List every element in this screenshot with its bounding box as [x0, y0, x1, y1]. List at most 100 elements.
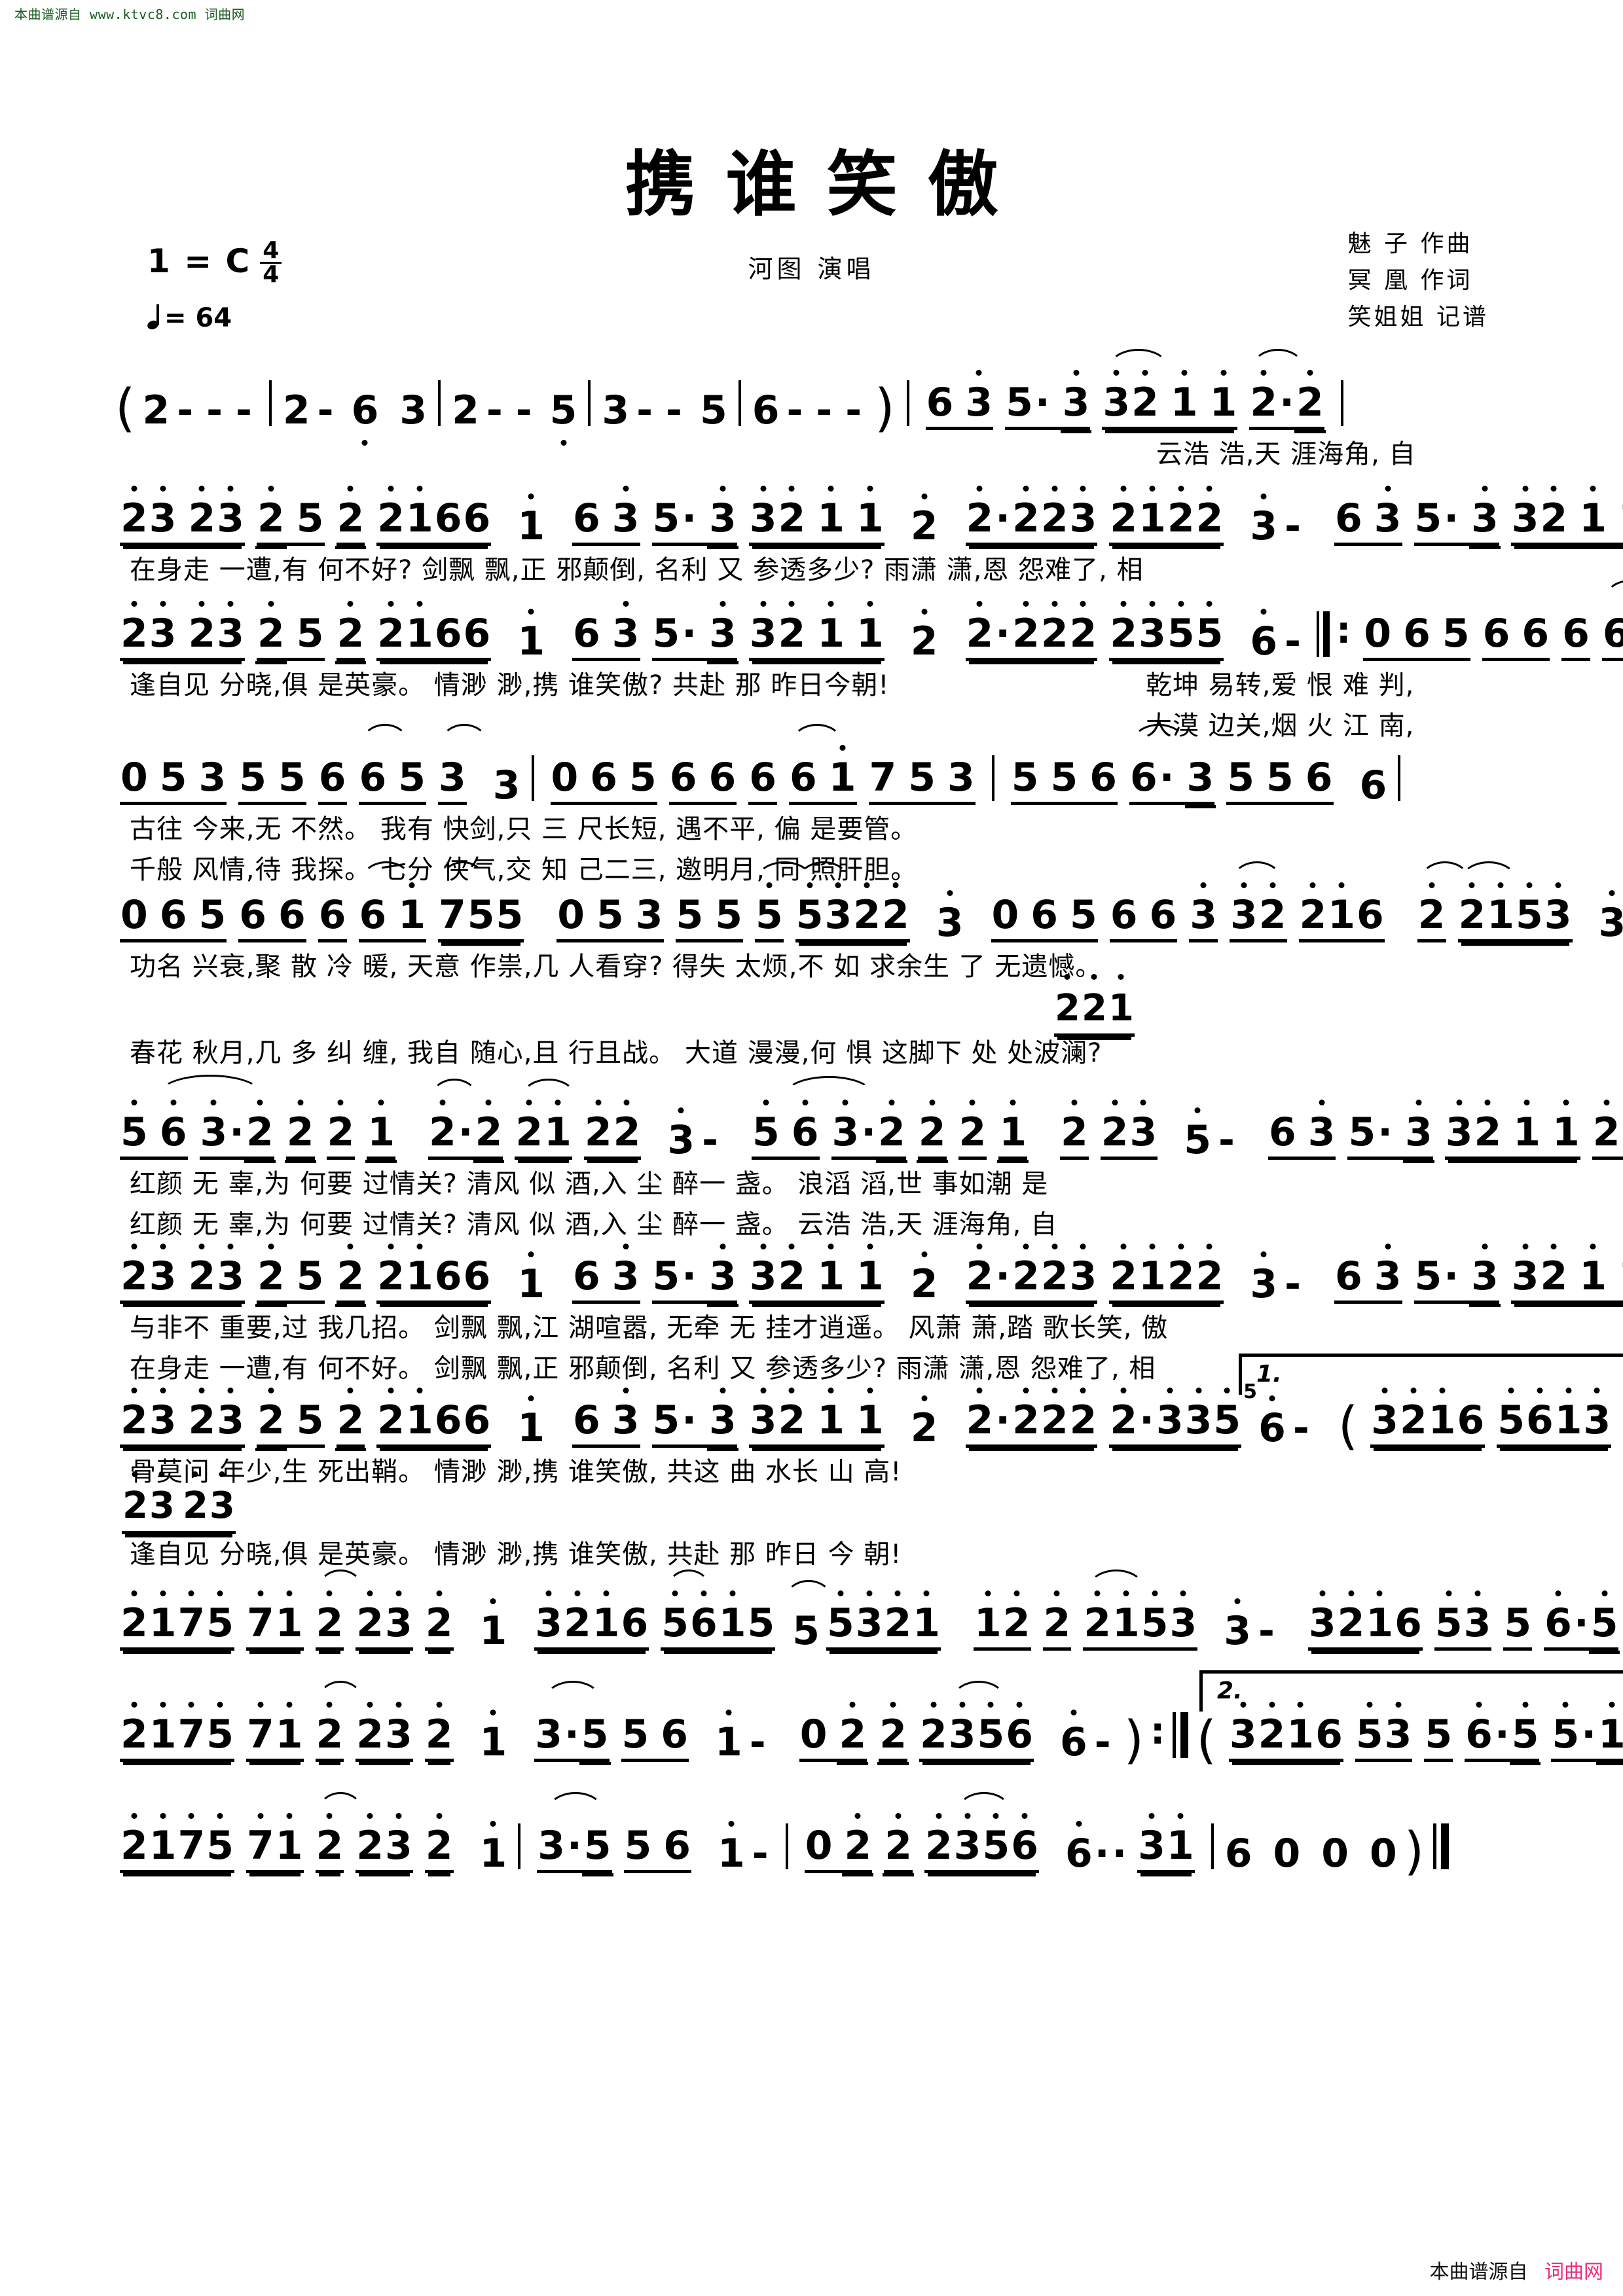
time-signature: 4 4 [260, 238, 282, 287]
measure: 556 6 · 3 556 6 [1002, 724, 1391, 808]
music-system-2: 2323 25 2 2166 1 63 5 · 3 3211 2 2 · 2 2 3 212… [111, 486, 1623, 585]
notation-row: 2323 25 2 2166 1 63 5 · 3 3211 2 2 · 2 2 3 212… [111, 486, 1623, 549]
measure: 3 · 5 56 1- [528, 1792, 777, 1876]
measure: 2 2153 3- [1409, 861, 1623, 942]
notation-row: 56 3 · 2 2 2 1 2 · 2 21 22 3- 56 3 · 2 2 2 1 2… [111, 1075, 1623, 1163]
tempo-value: = 64 [164, 303, 232, 334]
measure: 63 5 · 3 3211 2 [564, 1244, 941, 1307]
measure: 2-63 [280, 391, 430, 446]
music-system-4: 053 55 6 65 3 3 065 66 6 61 753 556 6 · 3 … [111, 724, 1512, 885]
measure: 2323 25 2 2166 1 [111, 1388, 548, 1451]
measure: 63 5·3 3211 2·2 [1326, 486, 1623, 549]
tempo-marking: = 64 [147, 303, 282, 333]
volta-number-2: 2. [1217, 1677, 1243, 1704]
measure: 63 5·3 3211 2·2 [1326, 1244, 1623, 1307]
measure: 02 2 2356 6- [791, 1681, 1120, 1765]
notation-row: 2323 25 2 2166 1 63 5 · 3 3211 2 2 · 2 2 2 2 · 3… [111, 1380, 1612, 1452]
music-system-9: 2175 71 2 23 2 1 3216 5615 5 5321 12 2 2… [111, 1570, 1620, 1654]
measure: 2 · 2 2 3 2122 3- [957, 486, 1310, 549]
music-system-11: 2175 71 2 23 2 1 3 · 5 56 1- 02 2 2356 6 · ·… [111, 1792, 1512, 1882]
quarter-note-icon [147, 304, 160, 329]
measure: 56 3 · 2 2 2 1 [743, 1076, 1036, 1163]
notation-row: 065 66 6 61 755 053 55 5 5322 3 065 66 3… [111, 861, 1623, 942]
intro-close-paren: ) [875, 379, 895, 439]
credits-block: 魅 子 作曲 冥 凰 作词 笑姐姐 记谱 [1348, 226, 1489, 335]
measure: 3216 5613 3·5 5 [1362, 1388, 1623, 1448]
measure: 2 · 2 2 2 2355 6- [957, 601, 1310, 664]
measure: 053 55 5 5322 3 [548, 861, 966, 942]
notation-row: 2175 71 2 23 2 1 3216 5615 5 5321 12 2 2… [111, 1570, 1620, 1654]
measure: 065 66 6 61 753 [542, 724, 984, 805]
measure: 3216 53 5 6·5 5·1 [1300, 1590, 1623, 1654]
measure: 3216 53 5 6·5 5·1 [1220, 1702, 1623, 1765]
notation-row: 2323 25 2 2166 1 63 5 · 3 3211 2 2 · 2 2 2 235… [111, 580, 1623, 664]
measure: 065 66 6 61 755 [1355, 580, 1623, 661]
measure: 2--- [142, 387, 252, 433]
instrumental-open-paren: ( [1196, 1711, 1216, 1770]
measure: 56 3 · 2 2 2 1 [111, 1075, 404, 1163]
measure: 3--5 [602, 387, 727, 433]
extra-note-group: 221 [1054, 974, 1135, 1037]
measure: 63 5 · 3 3211 2 [564, 601, 941, 664]
notation-row: ( 2--- 2-63 2--5 3--5 6--- ) 63 5 · 3 3211… [111, 349, 1512, 446]
lyric-line: 骨莫问 年少,生 死出鞘。 情渺 渺,携 谁笑傲, 共这 曲 水长 山 高! [130, 1457, 902, 1487]
measure: 2323 25 2 2166 1 [111, 486, 548, 549]
measure: 2323 25 2 2166 1 [111, 601, 548, 664]
lyric-line: 功名 兴衰,聚 散 冷 暖, 天意 作祟,几 人看穿? 得失 太烦,不 如 求余… [130, 952, 1103, 982]
music-system-3: 2323 25 2 2166 1 63 5 · 3 3211 2 2 · 2 2 2 235… [111, 580, 1623, 741]
measure: 2 · 2 21 22 3- [420, 1079, 727, 1163]
measure: 2 · 2 2 2 2 · 3 3 5 65- [965, 1380, 1309, 1451]
measure: 2--5 [448, 391, 580, 446]
measure: 12 2 2153 3- [965, 1570, 1284, 1651]
lyric-line: 逢自见 分晓,俱 是英豪。 情渺 渺,携 谁笑傲, 共赴 那 昨日 今 朝! [130, 1539, 902, 1570]
key-signature-row: 1 = C 4 4 [147, 238, 282, 289]
notation-row: 053 55 6 65 3 3 065 66 6 61 753 556 6 · 3 … [111, 724, 1512, 808]
lyric-line: 在身走 一遭,有 何不好? 剑飘 飘,正 邪颠倒, 名利 又 参透多少? 雨潇 … [130, 555, 1144, 585]
final-barline [1433, 1823, 1450, 1869]
measure: 2 · 2 2 3 2122 3- [957, 1244, 1310, 1307]
measure: 2 23 5- [1051, 1100, 1244, 1160]
lyric-line: 红颜 无 辜,为 何要 过情关? 清风 似 酒,入 尘 醉一 盏。 云浩 浩,天… [130, 1210, 1058, 1240]
page-title: 携谁笑傲 [625, 144, 1029, 226]
lyric-line: 大漠 边关,烟 火 江 南, [1146, 711, 1415, 741]
composer-credit: 魅 子 作曲 [1347, 230, 1473, 257]
measure: 63 5·3 3211 2·2 [1260, 1100, 1623, 1163]
measure: 053 55 6 65 3 3 [111, 724, 524, 805]
watermark-bottom-brand: 词曲网 [1544, 2261, 1603, 2284]
notation-row: 2175 71 2 23 2 1 3 · 5 56 1- 02 2 2356 6 · ·… [111, 1792, 1512, 1882]
measure: 2175 71 2 23 2 1 [111, 1570, 510, 1651]
measure: 63 5 · 3 3211 2 [564, 1388, 941, 1451]
watermark-top-left: 本曲谱源自 www.ktvc8.com 词曲网 [14, 7, 246, 22]
repeat-end-barline [1173, 1712, 1189, 1758]
repeat-dots: : [1150, 1710, 1165, 1753]
measure: 6000 [1224, 1831, 1397, 1876]
instrumental-close-paren: ) [1123, 1711, 1144, 1770]
measure: 2175 71 2 23 2 1 [111, 1681, 510, 1762]
lyric-line: 红颜 无 辜,为 何要 过情关? 清风 似 酒,入 尘 醉一 盏。 浪滔 滔,世… [130, 1169, 1049, 1199]
music-system-8: 1. 2323 25 2 2166 1 63 5 · 3 3211 2 2 · 2 2 2 … [111, 1354, 1623, 1570]
measure: 3216 5615 5 5321 [526, 1570, 949, 1651]
measure: 3 · 5 56 1- [526, 1681, 775, 1765]
measure: 2175 71 2 23 2 1 [111, 1792, 510, 1873]
watermark-bottom-text: 本曲谱源自 [1429, 2261, 1528, 2284]
lyric-line: 乾坤 易转,爱 恨 难 判, [1146, 670, 1415, 700]
instrumental-close-paren: ) [1404, 1822, 1425, 1882]
key-signature: 1 = C [147, 242, 251, 280]
volta-number-1: 1. [1256, 1361, 1282, 1388]
lyricist-credit: 冥 凰 作词 [1347, 266, 1473, 294]
measure: 065 66 3 32 216 [983, 861, 1393, 942]
intro-open-paren: ( [115, 379, 136, 439]
music-system-1: ( 2--- 2-63 2--5 3--5 6--- ) 63 5 · 3 3211… [111, 349, 1512, 469]
music-system-7: 2323 25 2 2166 1 63 5 · 3 3211 2 2 · 2 2 3 212… [111, 1244, 1623, 1384]
repeat-dots: : [1336, 609, 1351, 652]
volta-bracket-2: 2. [1199, 1670, 1623, 1712]
lyric-line: 古往 今来,无 不然。 我有 快剑,只 三 尺长短, 遇不平, 偏 是要管。 [130, 814, 918, 844]
lyric-line: 春花 秋月,几 多 纠 缠, 我自 随心,且 行且战。 大道 漫漫,何 惧 这脚… [130, 1038, 1103, 1068]
lyric-line: 逢自见 分晓,俱 是英豪。 情渺 渺,携 谁笑傲? 共赴 那 昨日今朝! [130, 670, 890, 700]
lyric-line: 云浩 浩,天 涯海角, 自 [1156, 439, 1416, 469]
watermark-bottom-right: 本曲谱源自 词曲网 [1429, 2255, 1603, 2284]
measure: 63 5·3 3211 2·2 [917, 349, 1333, 433]
transcriber-credit: 笑姐姐 记谱 [1347, 303, 1489, 331]
measure: 63 5 · 3 3211 2 [564, 486, 941, 549]
measure: 02 2 2356 6 · · 31 [796, 1792, 1203, 1876]
